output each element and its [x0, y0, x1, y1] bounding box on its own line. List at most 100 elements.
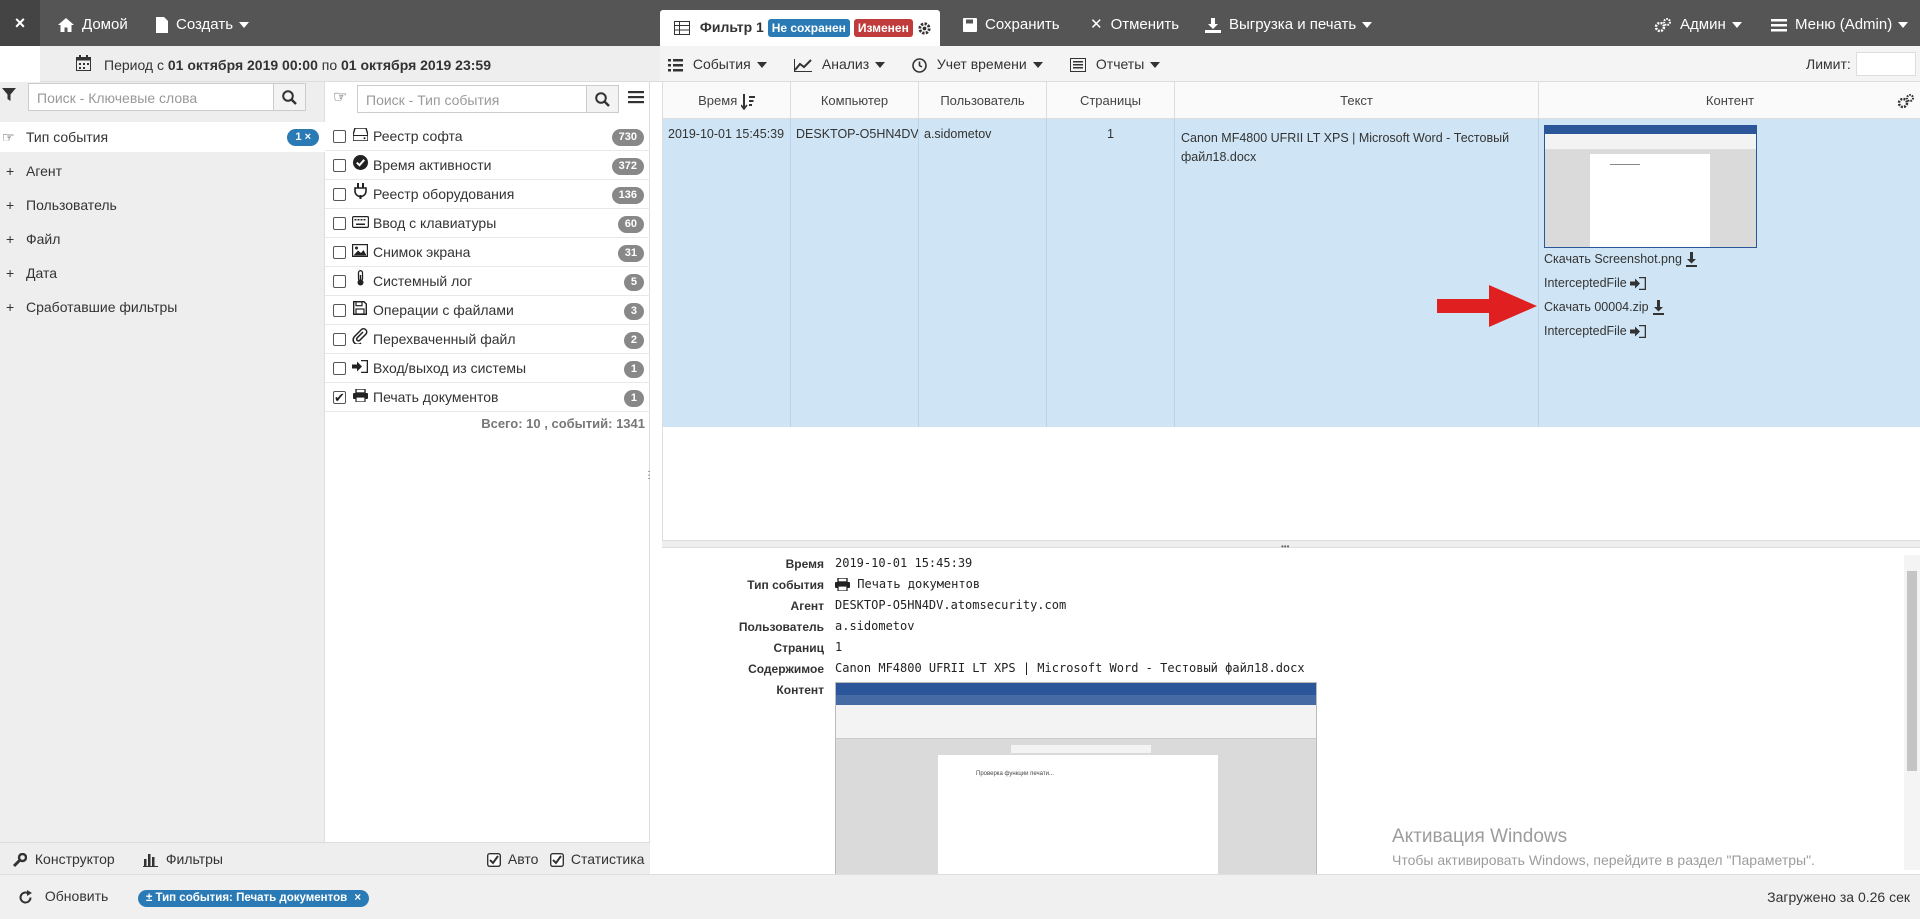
event-type-item[interactable]: Перехваченный файл 2 — [325, 325, 650, 354]
category-label: Тип события — [26, 129, 109, 145]
plus-icon: + — [6, 197, 15, 213]
category-agent[interactable]: + Агент — [0, 156, 325, 186]
event-type-checkbox[interactable] — [333, 217, 346, 230]
admin-dropdown[interactable]: Админ — [1654, 0, 1742, 46]
category-event-type[interactable]: ☞ Тип события 1 × — [0, 122, 325, 152]
line-chart-icon — [794, 56, 816, 72]
create-label: Создать — [176, 16, 234, 33]
event-type-checkbox[interactable] — [333, 275, 346, 288]
hamburger-icon[interactable] — [628, 91, 644, 107]
refresh-button[interactable]: Обновить — [18, 888, 108, 905]
detail-value-content: Canon MF4800 UFRII LT XPS | Microsoft Wo… — [835, 661, 1305, 675]
chevron-down-icon — [1898, 22, 1909, 29]
category-triggered-filters[interactable]: + Сработавшие фильтры — [0, 292, 325, 322]
event-type-checkbox[interactable] — [333, 159, 346, 172]
save-label: Сохранить — [985, 16, 1060, 33]
category-label: Дата — [26, 265, 58, 281]
save-button[interactable]: Сохранить — [963, 0, 1060, 46]
event-type-item[interactable]: Время активности 372 — [325, 151, 650, 180]
gears-icon[interactable] — [1897, 82, 1915, 119]
screenshot-thumbnail[interactable] — [1544, 125, 1757, 248]
create-dropdown[interactable]: Создать — [156, 0, 250, 46]
cancel-button[interactable]: ✕ Отменить — [1090, 0, 1179, 46]
chevron-down-icon — [875, 62, 886, 69]
horizontal-splitter[interactable]: ••• — [662, 540, 1920, 551]
column-header-user[interactable]: Пользователь — [919, 82, 1047, 119]
intercepted-file-link[interactable]: InterceptedFile — [1544, 324, 1647, 339]
event-type-item[interactable]: Печать документов 1 — [325, 383, 650, 412]
admin-label: Админ — [1680, 16, 1726, 33]
checkbox-checked-icon — [487, 851, 505, 868]
event-type-label: Операции с файлами — [373, 302, 514, 318]
event-type-item[interactable]: Реестр оборудования 136 — [325, 180, 650, 209]
event-type-checkbox[interactable] — [333, 188, 346, 201]
category-file[interactable]: + Файл — [0, 224, 325, 254]
filters-tab[interactable]: Фильтры — [143, 851, 223, 868]
chevron-down-icon — [1150, 62, 1161, 69]
column-header-computer[interactable]: Компьютер — [791, 82, 919, 119]
event-type-checkbox[interactable] — [333, 383, 346, 412]
category-date[interactable]: + Дата — [0, 258, 325, 288]
constructor-tab[interactable]: Конструктор — [12, 851, 115, 868]
event-type-search-input[interactable]: Поиск - Тип события — [357, 85, 619, 113]
column-header-time[interactable]: Время — [663, 82, 791, 119]
table-icon — [674, 19, 694, 36]
column-header-content[interactable]: Контент — [1539, 82, 1920, 119]
statistics-checkbox[interactable]: Статистика — [550, 851, 644, 868]
event-type-checkbox[interactable] — [333, 304, 346, 317]
active-filter-chip[interactable]: ± Тип события: Печать документов × — [138, 890, 370, 907]
period-bar[interactable]: Период с 01 октября 2019 00:00 по 01 окт… — [40, 46, 660, 82]
checkbox-checked-icon — [550, 851, 568, 868]
category-user[interactable]: + Пользователь — [0, 190, 325, 220]
event-type-checkbox[interactable] — [333, 130, 346, 143]
download-screenshot-link[interactable]: Скачать Screenshot.png — [1544, 252, 1698, 268]
event-type-item[interactable]: Системный лог 5 — [325, 267, 650, 296]
event-type-label: Вход/выход из системы — [373, 360, 527, 376]
detail-label-attachment: Контент — [776, 683, 824, 697]
cell-pages: 1 — [1047, 119, 1175, 427]
event-type-item[interactable]: Реестр софта 730 — [325, 122, 650, 151]
column-header-pages[interactable]: Страницы — [1047, 82, 1175, 119]
sort-desc-icon[interactable] — [740, 93, 755, 110]
event-type-checkbox[interactable] — [333, 362, 346, 375]
table-row[interactable]: 2019-10-01 15:45:39 DESKTOP-O5HN4DV.a a.… — [663, 119, 1920, 427]
limit-input[interactable] — [1856, 52, 1916, 76]
event-type-item[interactable]: Операции с файлами 3 — [325, 296, 650, 325]
plus-icon: + — [6, 163, 15, 179]
event-type-item[interactable]: Снимок экрана 31 — [325, 238, 650, 267]
event-type-count: 2 — [623, 332, 644, 349]
main-menu-dropdown[interactable]: Меню (Admin) — [1771, 0, 1909, 46]
download-zip-link[interactable]: Скачать 00004.zip — [1544, 300, 1665, 316]
file-icon — [156, 0, 168, 50]
close-button[interactable]: × — [0, 0, 40, 46]
check-circle-icon — [351, 151, 369, 180]
time-tracking-dropdown[interactable]: Учет времени — [912, 56, 1043, 73]
event-type-checkbox[interactable] — [333, 246, 346, 259]
wrench-icon — [12, 851, 31, 867]
reports-dropdown[interactable]: Отчеты — [1070, 56, 1161, 73]
intercepted-file-link[interactable]: InterceptedFile — [1544, 276, 1647, 291]
home-link[interactable]: Домой — [58, 0, 128, 46]
clock-icon — [912, 56, 931, 73]
event-type-item[interactable]: Вход/выход из системы 1 — [325, 354, 650, 383]
events-dropdown[interactable]: События — [668, 56, 767, 72]
analysis-dropdown[interactable]: Анализ — [794, 56, 886, 72]
link-label: Скачать Screenshot.png — [1544, 252, 1682, 266]
chip-close-icon[interactable]: × — [354, 892, 361, 904]
splitter-handle[interactable]: ⋮ — [644, 470, 654, 481]
gear-icon[interactable] — [917, 19, 932, 35]
auto-checkbox[interactable]: Авто — [487, 851, 538, 868]
screenshot-preview[interactable]: Проверка функции печати... — [835, 682, 1317, 874]
tab-filter-1[interactable]: Фильтр 1 Не сохранен Изменен — [660, 10, 940, 46]
search-icon[interactable] — [273, 84, 305, 110]
selected-count-badge[interactable]: 1 × — [287, 129, 319, 146]
event-type-item[interactable]: Ввод с клавиатуры 60 — [325, 209, 650, 238]
column-header-text[interactable]: Текст — [1175, 82, 1539, 119]
export-print-dropdown[interactable]: Выгрузка и печать — [1205, 0, 1373, 46]
details-scrollbar[interactable] — [1904, 555, 1920, 870]
event-type-checkbox[interactable] — [333, 333, 346, 346]
event-type-count: 372 — [611, 158, 644, 175]
search-icon[interactable] — [586, 86, 618, 112]
keyword-search-input[interactable]: Поиск - Ключевые слова — [28, 83, 306, 111]
filter-icon — [2, 88, 16, 105]
